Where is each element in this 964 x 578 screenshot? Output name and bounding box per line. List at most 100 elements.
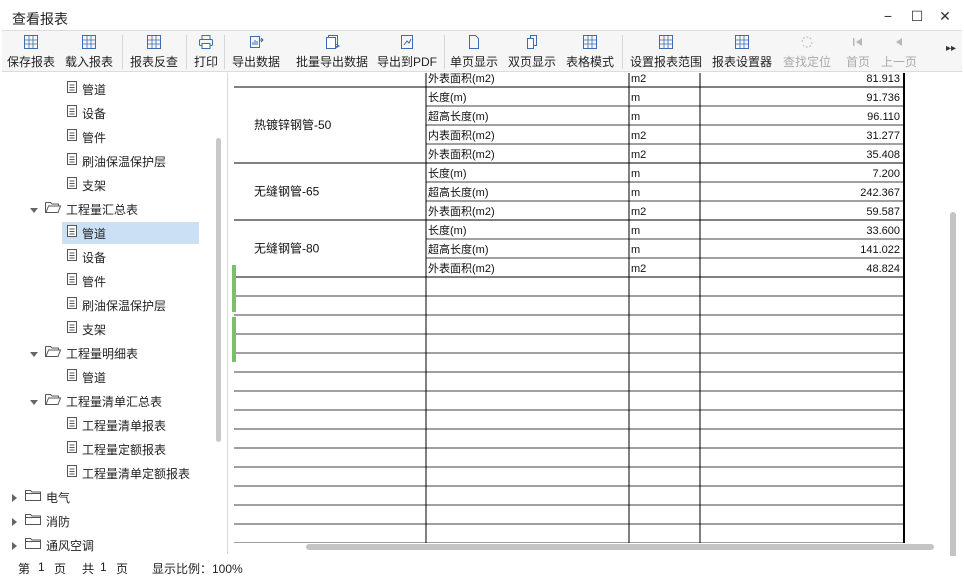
- print-button[interactable]: 打印: [190, 33, 222, 71]
- tree-item-label: 刷油保温保护层: [82, 298, 167, 313]
- total-pages: 1: [100, 560, 107, 574]
- toolbar-overflow-button[interactable]: ▸▸: [946, 43, 956, 54]
- cell-unit: m2: [631, 263, 646, 275]
- tree-item[interactable]: 工程量定额报表: [66, 437, 166, 461]
- cell-value: 33.600: [866, 225, 900, 237]
- toolbar-button-label: 报表反查: [129, 55, 178, 69]
- tree-scrollbar[interactable]: [216, 138, 221, 442]
- batch-export-icon: [324, 34, 340, 50]
- collapsed-arrow-icon[interactable]: [10, 510, 18, 534]
- report-tree: 管道 设备 管件 刷油保温保护层 支架 工程量汇总表 管道 设备 管件 刷油保温保护层 支架 工程量明…: [2, 73, 228, 554]
- minimize-button[interactable]: −: [880, 8, 896, 24]
- tree-folder[interactable]: 工程量清单汇总表: [30, 389, 162, 413]
- toolbar-button-label: 设置报表范围: [629, 55, 702, 69]
- tree-item[interactable]: 刷油保温保护层: [66, 293, 166, 317]
- document-icon: [66, 222, 78, 246]
- cell-value: 59.587: [866, 206, 900, 218]
- tree-folder[interactable]: 消防: [10, 509, 70, 533]
- first-page-icon: [850, 34, 866, 50]
- document-icon: [66, 414, 78, 438]
- report-range-icon: [658, 34, 674, 50]
- tree-item[interactable]: 管件: [66, 269, 106, 293]
- tree-folder[interactable]: 工程量汇总表: [30, 197, 138, 221]
- document-icon: [66, 294, 78, 318]
- tree-folder[interactable]: 工程量明细表: [30, 341, 138, 365]
- tree-item[interactable]: 支架: [66, 317, 106, 341]
- document-icon: [66, 438, 78, 462]
- toolbar-button-label: 单页显示: [449, 55, 498, 69]
- report-horizontal-scrollbar[interactable]: [306, 544, 934, 550]
- tree-item-label: 消防: [46, 514, 71, 529]
- tree-item-label: 设备: [82, 250, 107, 265]
- collapsed-arrow-icon[interactable]: [10, 534, 18, 554]
- tree-folder[interactable]: 电气: [10, 485, 70, 509]
- export-data-button[interactable]: 导出数据: [228, 33, 284, 71]
- maximize-button[interactable]: ☐: [909, 8, 925, 24]
- cell-unit: m2: [631, 73, 646, 85]
- single-page-button[interactable]: 单页显示: [448, 33, 500, 71]
- tree-item[interactable]: 支架: [66, 173, 106, 197]
- document-icon: [66, 462, 78, 486]
- table-mode-button[interactable]: 表格模式: [564, 33, 616, 71]
- cell-value: 242.367: [860, 187, 900, 199]
- tree-item[interactable]: 管道: [66, 77, 106, 101]
- save-report-button[interactable]: 保存报表: [4, 33, 58, 71]
- tree-item-label: 工程量清单汇总表: [66, 394, 163, 409]
- tree-item[interactable]: 刷油保温保护层: [66, 149, 166, 173]
- tree-item-label: 管件: [82, 130, 107, 145]
- cell-value: 91.736: [866, 92, 900, 104]
- component-name: 无缝钢管-65: [254, 184, 320, 199]
- total-prefix: 共: [82, 562, 95, 576]
- batch-export-button[interactable]: 批量导出数据: [294, 33, 370, 71]
- export-pdf-icon: [399, 34, 415, 50]
- cell-item: 外表面积(m2): [428, 73, 495, 85]
- expanded-arrow-icon[interactable]: [30, 198, 38, 222]
- document-icon: [66, 126, 78, 150]
- collapsed-arrow-icon[interactable]: [10, 486, 18, 510]
- tree-item[interactable]: 工程量清单报表: [66, 413, 166, 437]
- reverse-lookup-button[interactable]: 报表反查: [126, 33, 182, 71]
- tree-item[interactable]: 设备: [66, 101, 106, 125]
- reverse-lookup-icon: [146, 34, 162, 50]
- expanded-arrow-icon[interactable]: [30, 390, 38, 414]
- tree-item[interactable]: 工程量清单定额报表: [66, 461, 190, 485]
- document-icon: [66, 102, 78, 126]
- cell-unit: m: [631, 111, 640, 123]
- tree-item[interactable]: 设备: [66, 245, 106, 269]
- double-page-button[interactable]: 双页显示: [506, 33, 558, 71]
- report-range-button[interactable]: 设置报表范围: [628, 33, 704, 71]
- close-button[interactable]: ✕: [937, 8, 953, 24]
- report-vertical-scrollbar[interactable]: [950, 212, 956, 570]
- tree-folder[interactable]: 通风空调: [10, 533, 94, 554]
- cell-unit: m: [631, 92, 640, 104]
- toolbar-button-label: 保存报表: [6, 55, 55, 69]
- tree-item[interactable]: 管道: [66, 221, 106, 245]
- cell-item: 超高长度(m): [428, 109, 489, 123]
- cell-unit: m: [631, 168, 640, 180]
- cell-item: 外表面积(m2): [428, 147, 495, 161]
- toolbar-separator: [186, 35, 187, 69]
- toolbar-button-label: 导出到PDF: [376, 55, 437, 69]
- toolbar-button-label: 报表设置器: [711, 55, 772, 69]
- expanded-arrow-icon[interactable]: [30, 342, 38, 366]
- find-locate-button[interactable]: 查找定位: [780, 33, 834, 71]
- tree-item[interactable]: 管件: [66, 125, 106, 149]
- report-view: 热镀锌钢管-50 无缝钢管-65 无缝钢管-80 外表面积(m2) m2 81.913 长度…: [230, 73, 948, 543]
- report-settings-button[interactable]: 报表设置器: [710, 33, 774, 71]
- export-pdf-button[interactable]: 导出到PDF: [374, 33, 440, 71]
- load-report-button[interactable]: 载入报表: [62, 33, 116, 71]
- document-icon: [66, 78, 78, 102]
- cell-item: 超高长度(m): [428, 185, 489, 199]
- page-unit: 页: [54, 562, 67, 576]
- single-page-icon: [466, 34, 482, 50]
- toolbar-button-label: 载入报表: [64, 55, 113, 69]
- tree-item-label: 管件: [82, 274, 107, 289]
- cell-value: 81.913: [866, 73, 900, 85]
- prev-page-button[interactable]: 上一页: [878, 33, 920, 71]
- report-table: 热镀锌钢管-50 无缝钢管-65 无缝钢管-80 外表面积(m2) m2 81.913 长度…: [234, 73, 905, 543]
- tree-item-label: 管道: [82, 370, 107, 385]
- prev-page-icon: [891, 34, 907, 50]
- tree-item[interactable]: 管道: [66, 365, 106, 389]
- cell-item: 外表面积(m2): [428, 261, 495, 275]
- first-page-button[interactable]: 首页: [844, 33, 872, 71]
